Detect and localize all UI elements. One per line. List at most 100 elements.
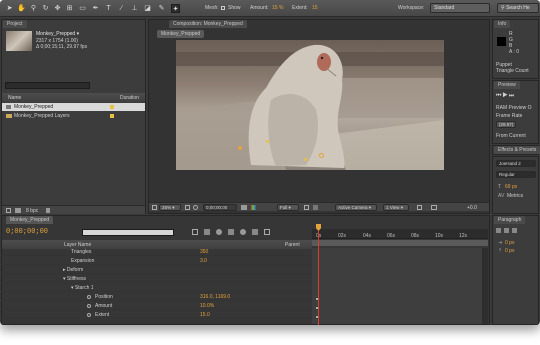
space-before-value[interactable]: 0 px: [505, 248, 514, 254]
tab-effects-presets[interactable]: Effects & Presets: [494, 146, 540, 154]
frame-rate-dropdown[interactable]: (29.97): [496, 121, 516, 128]
align-left-icon[interactable]: [496, 228, 501, 233]
show-checkbox[interactable]: [221, 6, 225, 10]
graph-editor-icon[interactable]: [264, 229, 270, 235]
stopwatch-icon[interactable]: [87, 313, 91, 317]
property-value[interactable]: 15.0: [200, 312, 210, 318]
eraser-tool-icon[interactable]: ◪: [143, 4, 152, 13]
draft-3d-icon[interactable]: [204, 229, 210, 235]
property-row[interactable]: Expansion 3.0: [1, 257, 311, 265]
exposure-value[interactable]: +0.0: [467, 205, 477, 211]
selection-tool-icon[interactable]: ➤: [5, 4, 14, 13]
property-row[interactable]: Extent 15.0: [1, 311, 311, 319]
hand-tool-icon[interactable]: ✋: [17, 4, 26, 13]
zoom-dropdown[interactable]: 25% ▾: [159, 204, 181, 211]
work-area-bar[interactable]: [312, 240, 488, 246]
search-help-input[interactable]: ⚲ Search He: [497, 3, 539, 13]
col-name-label[interactable]: Name: [8, 95, 21, 101]
project-row-folder[interactable]: Monkey_Prepped Layers: [2, 112, 145, 120]
property-value[interactable]: 316.0, 1169.0: [200, 294, 230, 300]
next-frame-icon[interactable]: ⏭: [509, 93, 515, 99]
mask-icon[interactable]: [193, 205, 198, 210]
motion-blur-icon[interactable]: [240, 229, 246, 235]
tracking-value[interactable]: Metrics: [507, 193, 523, 199]
font-size-value[interactable]: 69 px: [505, 184, 517, 190]
workspace-dropdown[interactable]: Standard: [430, 3, 490, 13]
region-of-interest-icon[interactable]: [304, 205, 309, 210]
brush-tool-icon[interactable]: ∕: [117, 4, 126, 13]
property-group-row[interactable]: ▸ Deform: [1, 266, 311, 274]
puppet-pin[interactable]: [304, 158, 307, 161]
tab-timeline[interactable]: Monkey_Prepped: [6, 216, 54, 224]
camera-dropdown[interactable]: Active Camera ▾: [335, 204, 377, 211]
puppet-pin[interactable]: [266, 140, 269, 143]
indent-left-value[interactable]: 0 px: [505, 240, 514, 246]
transparency-grid-icon[interactable]: [313, 205, 318, 210]
track-area[interactable]: [312, 248, 488, 324]
tab-paragraph[interactable]: Paragraph: [494, 216, 526, 224]
timeline-timecode[interactable]: 0;00;00;00: [6, 228, 48, 236]
trash-icon[interactable]: [46, 208, 50, 213]
puppet-pin[interactable]: [238, 146, 242, 150]
label-color-swatch[interactable]: [110, 105, 114, 109]
col-duration-label[interactable]: Duration: [120, 95, 139, 101]
align-right-icon[interactable]: [512, 228, 517, 233]
pan-behind-tool-icon[interactable]: ⊞: [65, 4, 74, 13]
clone-stamp-tool-icon[interactable]: ⊥: [130, 4, 139, 13]
pen-tool-icon[interactable]: ✒: [91, 4, 100, 13]
stopwatch-icon[interactable]: [87, 295, 91, 299]
interpret-footage-icon[interactable]: [6, 208, 11, 213]
property-value[interactable]: 3.0: [200, 258, 207, 264]
property-value[interactable]: 10.0%: [200, 303, 214, 309]
composition-viewer[interactable]: [176, 40, 444, 170]
fast-previews-icon[interactable]: [417, 205, 422, 210]
grid-icon[interactable]: [185, 205, 190, 210]
amount-value[interactable]: 15 %: [272, 5, 283, 11]
timeline-search-input[interactable]: [82, 229, 174, 236]
extent-value[interactable]: 15: [312, 5, 318, 11]
camera-tool-icon[interactable]: ✥: [53, 4, 62, 13]
view-layout-dropdown[interactable]: 1 View ▾: [383, 204, 409, 211]
new-folder-icon[interactable]: [15, 208, 21, 213]
property-row[interactable]: Amount 10.0%: [1, 302, 311, 310]
roto-brush-tool-icon[interactable]: ✎: [157, 4, 166, 13]
font-style-dropdown[interactable]: Regular: [496, 171, 536, 178]
flowchart-icon[interactable]: [431, 205, 437, 210]
puppet-pin[interactable]: [319, 153, 324, 158]
brainstorm-icon[interactable]: [252, 229, 258, 235]
shy-icon[interactable]: [216, 229, 222, 235]
comp-mini-flowchart-icon[interactable]: [192, 229, 198, 235]
snapshot-icon[interactable]: [241, 205, 247, 210]
font-family-dropdown[interactable]: JoeHand 2: [496, 160, 536, 167]
comp-breadcrumb[interactable]: Monkey_Prepped: [157, 30, 205, 38]
property-group-row[interactable]: ▾ Stiffness: [1, 275, 311, 283]
ram-preview-options[interactable]: RAM Preview O: [496, 105, 532, 111]
property-row[interactable]: Triangles 350: [1, 248, 311, 256]
from-current-checkbox[interactable]: From Current: [496, 133, 526, 139]
tab-info[interactable]: Info: [494, 20, 511, 28]
timeline-scrollbar[interactable]: [482, 248, 488, 324]
align-center-icon[interactable]: [504, 228, 509, 233]
show-channel-icon[interactable]: [251, 205, 256, 210]
stopwatch-icon[interactable]: [87, 304, 91, 308]
tab-composition[interactable]: Composition: Monkey_Prepped: [169, 20, 247, 28]
property-row[interactable]: Position 316.0, 1169.0: [1, 293, 311, 301]
rotate-tool-icon[interactable]: ↻: [41, 4, 50, 13]
label-color-swatch[interactable]: [110, 114, 114, 118]
frame-blending-icon[interactable]: [228, 229, 234, 235]
type-tool-icon[interactable]: T: [104, 4, 113, 13]
resolution-dropdown[interactable]: Full ▾: [277, 204, 299, 211]
property-group-row[interactable]: ▾ Starch 1: [1, 284, 311, 292]
tab-preview[interactable]: Preview: [494, 81, 520, 89]
project-item-name[interactable]: Monkey_Prepped ▾: [36, 31, 79, 37]
property-value[interactable]: 350: [200, 249, 208, 255]
zoom-tool-icon[interactable]: ⚲: [29, 4, 38, 13]
project-search-input[interactable]: [5, 82, 90, 89]
project-row-composition[interactable]: Monkey_Prepped: [2, 103, 145, 111]
tab-project[interactable]: Project: [3, 20, 27, 28]
puppet-pin-tool-icon[interactable]: ✦: [171, 4, 180, 13]
rectangle-tool-icon[interactable]: ▭: [78, 4, 87, 13]
always-preview-icon[interactable]: [152, 205, 157, 210]
bit-depth-label[interactable]: 8 bpc: [26, 208, 38, 214]
comp-timecode[interactable]: 0;00;00;00: [203, 204, 237, 211]
